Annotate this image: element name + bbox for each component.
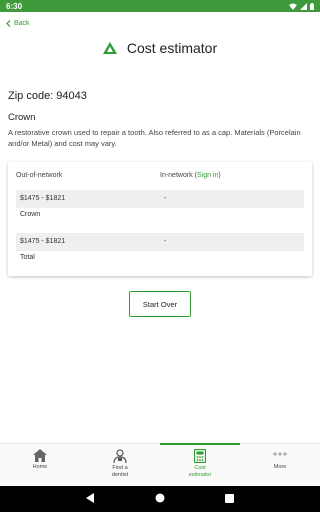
- app-logo-icon: [102, 42, 117, 54]
- home-circle-icon[interactable]: [155, 490, 165, 508]
- nav-cost-estimator[interactable]: Cost estimator: [160, 443, 240, 485]
- out-of-network-cost: $1475 - $1821: [20, 238, 66, 245]
- back-triangle-icon[interactable]: [86, 490, 95, 508]
- table-row: $1475 - $1821 -: [16, 233, 304, 251]
- nav-find-dentist-label-2: dentist: [111, 471, 129, 478]
- in-network-close: ): [218, 172, 221, 179]
- dentist-icon: [113, 449, 127, 463]
- nav-home-label: Home: [32, 464, 48, 470]
- cost-card: Out-of-network In-network (Sign in) $147…: [8, 162, 312, 276]
- out-of-network-header: Out-of-network: [16, 172, 63, 179]
- in-network-label: In-network (: [160, 172, 197, 179]
- page-title: Cost estimator: [126, 40, 218, 56]
- row-label: Total: [20, 254, 35, 261]
- row-label: Crown: [20, 211, 41, 218]
- sign-in-link[interactable]: Sign in: [197, 172, 218, 179]
- battery-icon: [310, 2, 314, 10]
- nav-more[interactable]: More: [240, 444, 320, 485]
- status-bar: 6:30: [0, 0, 320, 12]
- table-row: $1475 - $1821 -: [16, 190, 304, 208]
- in-network-header: In-network (Sign in): [160, 172, 221, 179]
- procedure-description: A restorative crown used to repair a too…: [8, 128, 301, 148]
- back-button[interactable]: Back: [6, 20, 30, 27]
- nav-more-label: More: [273, 464, 287, 470]
- out-of-network-cost: $1475 - $1821: [20, 195, 66, 202]
- wifi-icon: [289, 3, 297, 10]
- in-network-cost: -: [164, 195, 167, 202]
- page-header: Cost estimator: [0, 36, 320, 60]
- system-nav-bar: [0, 486, 320, 512]
- in-network-cost: -: [164, 238, 167, 245]
- nav-find-dentist[interactable]: Find a dentist: [80, 444, 160, 485]
- bottom-nav: Home Find a dentist Cost estimator More: [0, 443, 320, 485]
- status-time: 6:30: [6, 1, 23, 11]
- home-icon: [33, 449, 47, 462]
- status-icons: [289, 2, 314, 10]
- start-over-button[interactable]: Start Over: [129, 291, 191, 317]
- chevron-left-icon: [6, 20, 11, 27]
- nav-home[interactable]: Home: [0, 444, 80, 485]
- nav-cost-estimator-label-2: estimator: [188, 471, 212, 478]
- more-icon: [273, 452, 287, 456]
- procedure-name: Crown: [8, 112, 36, 123]
- back-label: Back: [14, 20, 30, 27]
- recents-square-icon[interactable]: [225, 490, 234, 508]
- zip-code-label: Zip code: 94043: [8, 90, 87, 102]
- signal-icon: [300, 2, 307, 10]
- calculator-icon: [194, 449, 206, 463]
